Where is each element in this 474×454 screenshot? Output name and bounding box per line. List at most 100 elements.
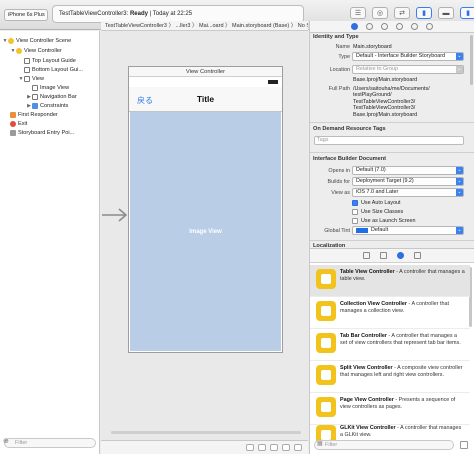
scheme-selector[interactable]: iPhone 6s Plus	[4, 9, 48, 21]
view-mode-icon[interactable]: ▦	[317, 440, 323, 448]
size-inspector-tab-icon[interactable]	[411, 23, 418, 30]
standard-editor-icon[interactable]: ☰	[350, 7, 366, 19]
tree-item-label: View Controller Scene	[16, 38, 72, 44]
zoom-in-icon[interactable]	[270, 444, 278, 451]
name-value: Main.storyboard	[353, 44, 392, 50]
utilities-toggle-icon[interactable]: ▮	[460, 7, 474, 19]
table-view-controller-icon	[316, 269, 336, 289]
tree-item-first-responder[interactable]: First Responder	[10, 111, 58, 119]
launch-screen-checkbox[interactable]: Use as Launch Screen	[352, 217, 416, 225]
pin-icon[interactable]	[294, 444, 302, 451]
library-item-tab-bar-controller[interactable]: Tab Bar Controller - A controller that m…	[310, 329, 470, 361]
object-library-tab-icon[interactable]	[397, 252, 404, 259]
add-icon[interactable]: ⊕	[3, 438, 9, 446]
filter-placeholder: Filter	[325, 442, 338, 448]
zoom-out-icon[interactable]	[246, 444, 254, 451]
view-as-popup[interactable]: iOS 7.0 and Later ⌄	[352, 188, 464, 197]
opens-in-value: Default (7.0)	[356, 167, 386, 173]
global-tint-value: Default	[371, 227, 389, 233]
tree-item-label: Exit	[18, 121, 28, 127]
location-file: Base.lproj/Main.storyboard	[353, 77, 418, 83]
file-inspector-tab-icon[interactable]	[351, 23, 358, 30]
jump-bar[interactable]: TestTableViewController3 〉 ...ller3 〉 Ma…	[101, 21, 308, 31]
tree-item-exit[interactable]: Exit	[10, 120, 27, 128]
tree-item-label: First Responder	[18, 112, 58, 118]
tree-item-image-view[interactable]: Image View	[32, 84, 69, 92]
launch-screen-label: Use as Launch Screen	[361, 218, 416, 224]
tags-field[interactable]: Tags	[314, 136, 464, 145]
navigator-toggle-icon[interactable]: ▮	[416, 7, 432, 19]
builds-for-popup[interactable]: Deployment Target (9.2) ⌄	[352, 177, 464, 186]
library-item-glkit-view-controller[interactable]: GLKit View Controller - A controller tha…	[310, 421, 470, 445]
auto-layout-checkbox[interactable]: Use Auto Layout	[352, 199, 401, 207]
tree-item-navigation-bar[interactable]: ▶ Navigation Bar	[26, 93, 77, 101]
toolbar-buttons: ☰ ◎ ⇄ ▮ ▬ ▮	[350, 7, 474, 19]
attributes-inspector-tab-icon[interactable]	[396, 23, 403, 30]
library-item-collection-view-controller[interactable]: Collection View Controller - A controlle…	[310, 297, 470, 329]
chevron-down-icon: ⌄	[456, 53, 463, 60]
location-value: Relative to Group	[356, 66, 398, 72]
debug-area-toggle-icon[interactable]: ▬	[438, 7, 454, 19]
global-tint-popup[interactable]: Default ⌄	[352, 226, 464, 235]
tree-item-scene[interactable]: ▼ View Controller Scene	[2, 37, 71, 45]
tree-item-label: Top Layout Guide	[32, 58, 76, 64]
library-item-text: Table View Controller - A controller tha…	[340, 269, 465, 282]
chevron-down-icon: ⌄	[456, 66, 463, 73]
exit-icon	[10, 121, 16, 127]
code-snippet-tab-icon[interactable]	[380, 252, 387, 259]
identity-inspector-tab-icon[interactable]	[381, 23, 388, 30]
size-classes-label: Use Size Classes	[361, 209, 404, 215]
tree-item-view[interactable]: ▼ View	[18, 75, 44, 83]
activity-status: Ready	[129, 11, 148, 17]
builds-for-label: Builds for	[327, 179, 350, 185]
view-controller-icon	[16, 48, 22, 54]
zoom-reset-icon[interactable]	[258, 444, 266, 451]
assistant-editor-icon[interactable]: ◎	[372, 7, 388, 19]
chevron-down-icon: ⌄	[456, 167, 463, 174]
tree-item-constraints[interactable]: ▶ Constraints	[26, 102, 68, 110]
library-item-table-view-controller[interactable]: Table View Controller - A controller tha…	[310, 265, 470, 297]
chevron-down-icon: ⌄	[456, 189, 463, 196]
section-divider	[310, 240, 474, 241]
inspector-scrollbar[interactable]	[470, 35, 473, 85]
status-bar	[129, 77, 282, 87]
canvas-horizontal-scrollbar[interactable]	[111, 431, 301, 434]
file-template-tab-icon[interactable]	[363, 252, 370, 259]
checkbox-checked-icon[interactable]	[352, 200, 358, 206]
opens-in-popup[interactable]: Default (7.0) ⌄	[352, 166, 464, 175]
name-label: Name	[335, 44, 350, 50]
tree-item-top-layout-guide[interactable]: Top Layout Guide	[24, 57, 76, 65]
connections-inspector-tab-icon[interactable]	[426, 23, 433, 30]
layout-guide-icon	[24, 58, 30, 64]
media-library-tab-icon[interactable]	[414, 252, 421, 259]
checkbox-icon[interactable]	[352, 218, 358, 224]
checkbox-icon[interactable]	[352, 209, 358, 215]
library-item-text: GLKit View Controller - A controller tha…	[340, 425, 462, 438]
collection-view-controller-icon	[316, 301, 336, 321]
tree-item-view-controller[interactable]: ▼ View Controller	[10, 47, 62, 55]
grid-view-icon[interactable]	[460, 441, 468, 449]
entry-point-arrow-icon[interactable]	[101, 208, 128, 222]
type-popup[interactable]: Default - Interface Builder Storyboard ⌄	[352, 52, 464, 61]
view-controller-scene[interactable]: View Controller 戻る Title Image View	[128, 66, 283, 353]
outline-filter-field[interactable]: ⊕ Filter	[3, 438, 96, 448]
tree-item-label: Image View	[40, 85, 70, 91]
chevron-down-icon: ⌄	[456, 178, 463, 185]
navigation-bar[interactable]: 戻る Title	[129, 87, 282, 112]
storyboard-canvas[interactable]: View Controller 戻る Title Image View	[101, 31, 308, 454]
navigation-bar-icon	[32, 94, 38, 100]
size-classes-checkbox[interactable]: Use Size Classes	[352, 208, 403, 216]
stack-icon[interactable]	[282, 444, 290, 451]
location-popup[interactable]: Relative to Group ⌄	[352, 65, 464, 74]
tree-item-bottom-layout-guide[interactable]: Bottom Layout Gui...	[24, 66, 83, 74]
inspector-tabs	[310, 21, 474, 33]
quick-help-tab-icon[interactable]	[366, 23, 373, 30]
entry-point-icon	[10, 130, 16, 136]
scene-title[interactable]: View Controller	[129, 67, 282, 77]
library-filter-field[interactable]: ▦ Filter	[314, 440, 454, 450]
tree-item-entry-point[interactable]: Storyboard Entry Poi...	[10, 129, 74, 137]
image-view[interactable]: Image View	[130, 112, 281, 351]
navigation-title[interactable]: Title	[129, 94, 282, 104]
library-item-split-view-controller[interactable]: Split View Controller - A composite view…	[310, 361, 470, 393]
version-editor-icon[interactable]: ⇄	[394, 7, 410, 19]
